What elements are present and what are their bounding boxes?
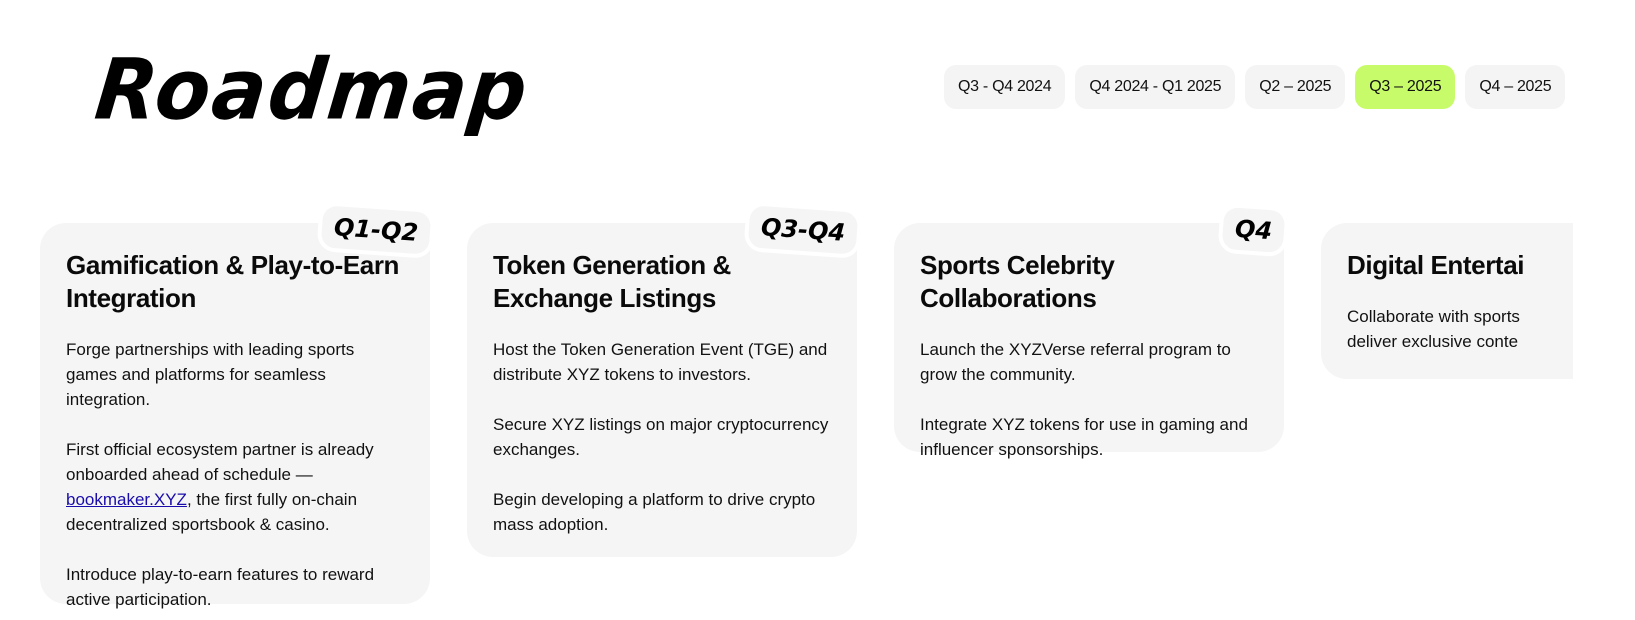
quarter-badge: Q1-Q2 xyxy=(320,205,432,255)
bookmaker-link[interactable]: bookmaker.XYZ xyxy=(66,490,187,509)
card-text: Secure XYZ listings on major cryptocurre… xyxy=(493,415,829,459)
card-title: Gamification & Play-to-Earn Integration xyxy=(66,250,400,313)
tab-q3-q4-2024[interactable]: Q3 - Q4 2024 xyxy=(944,65,1066,109)
card-text: Collaborate with sports deliver exclusiv… xyxy=(1347,307,1520,351)
roadmap-page: Roadmap Q3 - Q4 2024 Q4 2024 - Q1 2025 Q… xyxy=(0,0,1635,620)
card-text: Integrate XYZ tokens for use in gaming a… xyxy=(920,415,1248,459)
roadmap-card-gamification: Q1-Q2 Gamification & Play-to-Earn Integr… xyxy=(40,205,432,609)
page-title: Roadmap xyxy=(90,40,534,139)
tab-q4-2024-q1-2025[interactable]: Q4 2024 - Q1 2025 xyxy=(1075,65,1236,109)
tab-q3-2025[interactable]: Q3 – 2025 xyxy=(1355,65,1456,109)
card-text: Host the Token Generation Event (TGE) an… xyxy=(493,340,828,384)
roadmap-card-digital-entertainment: Digital Entertai Collaborate with sports… xyxy=(1321,223,1573,379)
quarter-badge: Q3-Q4 xyxy=(747,205,859,255)
card-text: Introduce play-to-earn features to rewar… xyxy=(66,565,375,609)
roadmap-card-token-generation: Q3-Q4 Token Generation & Exchange Listin… xyxy=(467,205,859,557)
period-tabs: Q3 - Q4 2024 Q4 2024 - Q1 2025 Q2 – 2025… xyxy=(944,65,1566,109)
card-text: First official ecosystem partner is alre… xyxy=(66,437,404,537)
roadmap-card-sports-celebrity: Q4 Sports Celebrity Collaborations Launc… xyxy=(894,206,1286,459)
card-title: Sports Celebrity Collaborations xyxy=(920,250,1115,313)
card-title: Digital Entertai xyxy=(1347,250,1525,280)
card-text: Launch the XYZVerse referral program to … xyxy=(920,340,1231,384)
card-text-part: First official ecosystem partner is alre… xyxy=(66,440,374,484)
quarter-badge: Q4 xyxy=(1221,206,1286,254)
roadmap-cards: Q1-Q2 Gamification & Play-to-Earn Integr… xyxy=(40,200,1573,620)
card-title: Token Generation & Exchange Listings xyxy=(493,250,731,313)
card-text: Begin developing a platform to drive cry… xyxy=(493,490,816,534)
card-text: Forge partnerships with leading sports g… xyxy=(66,340,355,409)
tab-q4-2025[interactable]: Q4 – 2025 xyxy=(1465,65,1566,109)
tab-q2-2025[interactable]: Q2 – 2025 xyxy=(1245,65,1346,109)
